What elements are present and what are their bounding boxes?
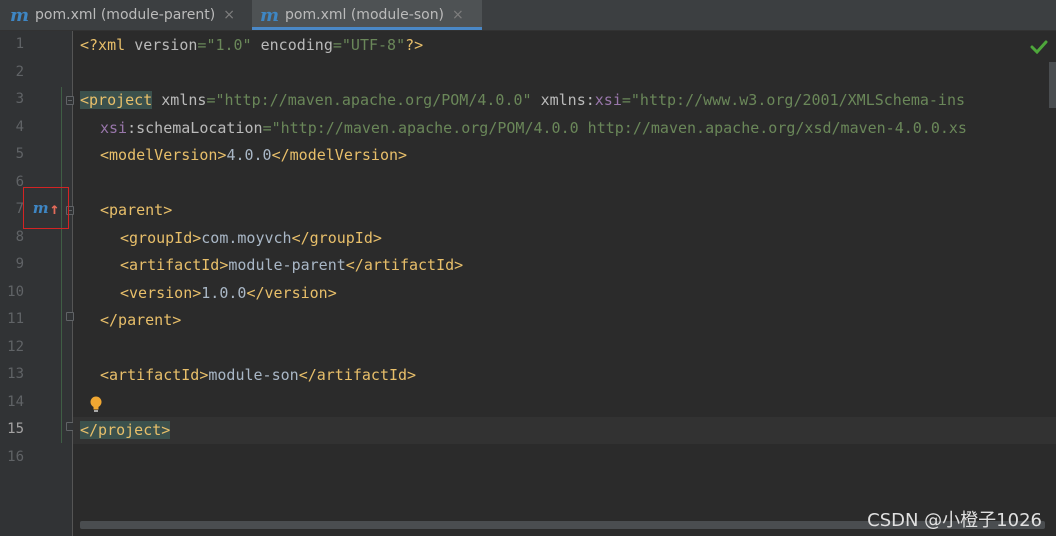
close-icon[interactable]: × <box>223 7 235 23</box>
line-number-current: 15 <box>7 421 24 437</box>
maven-icon: m <box>10 4 30 26</box>
line-number: 5 <box>15 146 24 162</box>
vcs-change-bar <box>61 87 62 443</box>
code-line-5: <modelVersion>4.0.0</modelVersion> <box>100 146 408 164</box>
code-line-13: <artifactId>module-son</artifactId> <box>100 366 417 384</box>
watermark: CSDN @小橙子1026 <box>867 510 1042 531</box>
maven-icon: m <box>260 4 280 26</box>
arrow-up-icon: ↑ <box>49 198 60 218</box>
navigate-to-parent-pom-marker[interactable]: m ↑ <box>23 187 69 229</box>
code-editor[interactable]: <?xml version="1.0" encoding="UTF-8"?> <… <box>73 31 1056 536</box>
tab-label: pom.xml (module-parent) <box>35 7 216 23</box>
line-number: 11 <box>7 311 24 327</box>
close-icon[interactable]: × <box>452 7 464 23</box>
line-number: 13 <box>7 366 24 382</box>
code-line-4: xsi:schemaLocation="http://maven.apache.… <box>100 119 967 137</box>
code-line-15: </project> <box>80 421 171 439</box>
code-line-8: <groupId>com.moyvch</groupId> <box>120 229 382 247</box>
line-number: 9 <box>15 256 24 272</box>
code-line-1: <?xml version="1.0" encoding="UTF-8"?> <box>80 36 424 54</box>
line-number: 8 <box>15 229 24 245</box>
checkmark-icon[interactable] <box>1030 40 1048 54</box>
line-number-gutter[interactable]: 1 2 3 4 5 6 7 8 9 10 11 12 13 14 15 16 <box>0 31 74 536</box>
tab-label: pom.xml (module-son) <box>285 7 445 23</box>
vertical-scrollbar-thumb[interactable] <box>1049 62 1056 108</box>
code-line-10: <version>1.0.0</version> <box>120 284 337 302</box>
line-number: 1 <box>15 36 24 52</box>
current-line-highlight <box>73 417 1056 444</box>
tab-pom-module-son[interactable]: m pom.xml (module-son) × <box>252 0 482 30</box>
line-number: 6 <box>15 174 24 190</box>
code-line-11: </parent> <box>100 311 182 329</box>
lightbulb-icon[interactable] <box>90 396 102 414</box>
line-number: 10 <box>7 284 24 300</box>
code-line-3: <project xmlns="http://maven.apache.org/… <box>80 91 966 109</box>
line-number: 16 <box>7 449 24 465</box>
line-number: 12 <box>7 339 24 355</box>
line-number: 7 <box>15 201 24 217</box>
maven-icon: m <box>32 199 49 217</box>
code-line-7: <parent> <box>100 201 173 219</box>
editor-tab-bar: m pom.xml (module-parent) × m pom.xml (m… <box>0 0 1056 31</box>
line-number: 2 <box>15 64 24 80</box>
tab-pom-module-parent[interactable]: m pom.xml (module-parent) × <box>10 0 250 30</box>
line-number: 4 <box>15 119 24 135</box>
line-number: 3 <box>15 91 24 107</box>
code-line-9: <artifactId>module-parent</artifactId> <box>120 256 464 274</box>
line-number: 14 <box>7 394 24 410</box>
